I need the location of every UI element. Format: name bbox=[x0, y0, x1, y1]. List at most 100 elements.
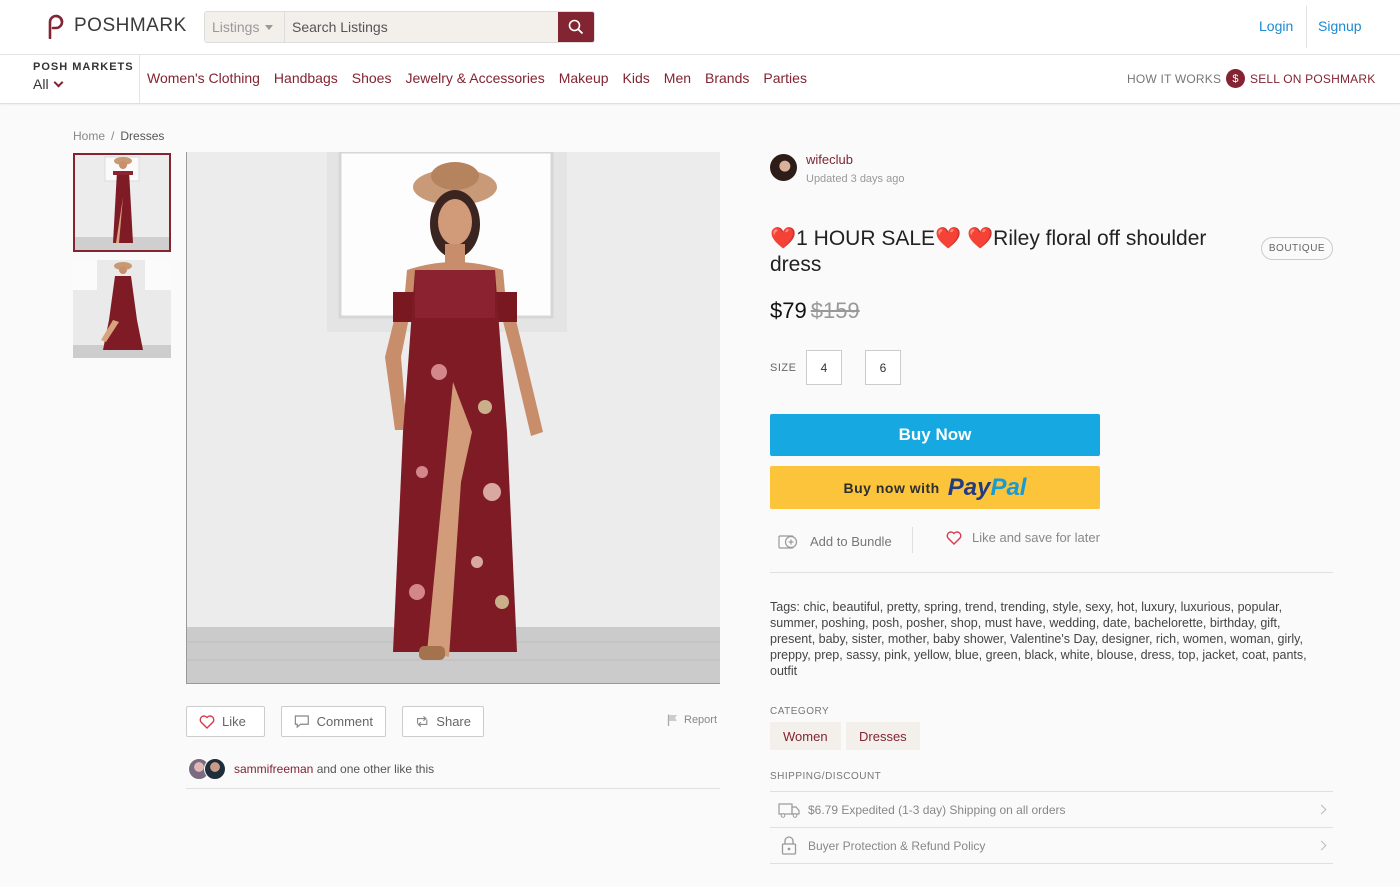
breadcrumb: Home / Dresses bbox=[73, 129, 164, 143]
current-price: $79 bbox=[770, 298, 807, 323]
buy-now-button[interactable]: Buy Now bbox=[770, 414, 1100, 456]
share-icon bbox=[416, 716, 428, 727]
nav-kids[interactable]: Kids bbox=[623, 70, 650, 86]
seller-info: wifeclub Updated 3 days ago bbox=[770, 152, 904, 185]
shipping-text: $6.79 Expedited (1-3 day) Shipping on al… bbox=[808, 802, 1066, 817]
nav-handbags[interactable]: Handbags bbox=[274, 70, 338, 86]
header-divider bbox=[1306, 6, 1307, 48]
seller-username[interactable]: wifeclub bbox=[806, 152, 904, 167]
dollar-icon: $ bbox=[1226, 69, 1245, 88]
breadcrumb-separator: / bbox=[111, 129, 115, 143]
tags-label: Tags: bbox=[770, 600, 800, 614]
buyer-protection-row[interactable]: Buyer Protection & Refund Policy bbox=[770, 827, 1333, 863]
size-label: SIZE bbox=[770, 362, 797, 374]
paypal-logo-pay: Pay bbox=[947, 473, 991, 501]
dress-photo-thumbnail bbox=[75, 155, 169, 250]
category-chip-women[interactable]: Women bbox=[770, 722, 841, 750]
divider bbox=[770, 572, 1333, 573]
boutique-badge: BOUTIQUE bbox=[1261, 237, 1333, 260]
share-button[interactable]: Share bbox=[402, 706, 484, 737]
like-save-label: Like and save for later bbox=[972, 530, 1100, 545]
category-chip-dresses[interactable]: Dresses bbox=[846, 722, 920, 750]
paypal-prefix: Buy now with bbox=[843, 479, 940, 496]
nav-men[interactable]: Men bbox=[664, 70, 691, 86]
bundle-icon bbox=[778, 535, 798, 549]
add-to-bundle-button[interactable]: Add to Bundle bbox=[778, 532, 892, 550]
dress-photo-thumbnail bbox=[73, 260, 171, 358]
category-links: Women's Clothing Handbags Shoes Jewelry … bbox=[147, 70, 807, 86]
paypal-logo-pal: Pal bbox=[990, 473, 1027, 501]
tags-text: chic, beautiful, pretty, spring, trend, … bbox=[770, 600, 1307, 678]
posh-markets-selector[interactable]: POSH MARKETS All bbox=[0, 55, 140, 103]
caret-down-icon bbox=[265, 24, 274, 30]
tags-description: Tags: chic, beautiful, pretty, spring, t… bbox=[770, 599, 1315, 679]
comment-button[interactable]: Comment bbox=[281, 706, 386, 737]
original-price: $159 bbox=[810, 298, 860, 323]
main-product-image[interactable] bbox=[186, 152, 720, 684]
login-link[interactable]: Login bbox=[1259, 18, 1293, 34]
lock-icon bbox=[781, 836, 797, 855]
chevron-right-icon bbox=[1316, 804, 1327, 815]
nav-jewelry-accessories[interactable]: Jewelry & Accessories bbox=[405, 70, 544, 86]
logo-wordmark: POSHMARK bbox=[74, 15, 187, 36]
divider bbox=[186, 788, 720, 789]
shipping-label: SHIPPING/DISCOUNT bbox=[770, 771, 882, 782]
search-icon bbox=[568, 19, 584, 35]
chevron-right-icon bbox=[1316, 840, 1327, 851]
listing-updated-time: Updated 3 days ago bbox=[806, 173, 905, 185]
nav-makeup[interactable]: Makeup bbox=[559, 70, 609, 86]
truck-icon bbox=[778, 802, 800, 818]
flag-icon bbox=[667, 714, 677, 726]
how-it-works-link[interactable]: HOW IT WORKS bbox=[1127, 72, 1221, 86]
sell-label: SELL ON POSHMARK bbox=[1250, 71, 1376, 86]
heart-icon bbox=[946, 530, 962, 545]
poshmark-logo[interactable]: POSHMARK bbox=[44, 13, 187, 39]
listing-title: ❤️1 HOUR SALE❤️ ❤️Riley floral off shoul… bbox=[770, 227, 1207, 276]
paypal-logo: PayPal bbox=[948, 474, 1027, 502]
breadcrumb-home[interactable]: Home bbox=[73, 129, 105, 143]
shipping-row[interactable]: $6.79 Expedited (1-3 day) Shipping on al… bbox=[770, 791, 1333, 827]
search-bar: Listings bbox=[204, 11, 595, 43]
nav-shoes[interactable]: Shoes bbox=[352, 70, 392, 86]
price: $79 $159 bbox=[770, 298, 860, 324]
thumbnail-2[interactable] bbox=[73, 260, 171, 358]
posh-markets-value: All bbox=[33, 76, 49, 92]
comment-icon bbox=[294, 715, 309, 729]
sell-on-poshmark-link[interactable]: $ SELL ON POSHMARK bbox=[1226, 69, 1375, 88]
heart-icon bbox=[199, 714, 215, 729]
category-nav: POSH MARKETS All Women's Clothing Handba… bbox=[0, 55, 1400, 104]
report-link[interactable]: Report bbox=[667, 714, 717, 726]
like-label: Like bbox=[222, 714, 246, 729]
like-button[interactable]: Like bbox=[186, 706, 265, 737]
size-option[interactable]: 6 bbox=[865, 350, 901, 385]
breadcrumb-current[interactable]: Dresses bbox=[120, 129, 164, 143]
like-save-button[interactable]: Like and save for later bbox=[946, 530, 1100, 545]
divider bbox=[912, 527, 913, 553]
avatar[interactable] bbox=[204, 758, 226, 780]
paypal-button[interactable]: Buy now with PayPal bbox=[770, 466, 1100, 509]
likes-summary: sammifreeman and one other like this bbox=[188, 758, 434, 780]
poshmark-logo-icon bbox=[48, 14, 64, 39]
buyer-protection-text: Buyer Protection & Refund Policy bbox=[808, 838, 986, 853]
top-header: POSHMARK Listings Login Signup bbox=[0, 0, 1400, 55]
seller-avatar[interactable] bbox=[770, 154, 797, 181]
posh-markets-label: POSH MARKETS bbox=[33, 61, 134, 73]
divider bbox=[770, 863, 1333, 864]
size-option[interactable]: 4 bbox=[806, 350, 842, 385]
signup-link[interactable]: Signup bbox=[1318, 18, 1362, 34]
liker-username[interactable]: sammifreeman bbox=[234, 762, 313, 776]
report-label: Report bbox=[684, 714, 718, 726]
category-label: CATEGORY bbox=[770, 706, 830, 717]
search-button[interactable] bbox=[558, 12, 594, 42]
search-category-value: Listings bbox=[212, 19, 260, 35]
search-input[interactable] bbox=[285, 12, 558, 42]
nav-brands[interactable]: Brands bbox=[705, 70, 749, 86]
search-category-dropdown[interactable]: Listings bbox=[205, 12, 285, 42]
nav-parties[interactable]: Parties bbox=[763, 70, 807, 86]
thumbnail-1[interactable] bbox=[73, 153, 171, 252]
comment-label: Comment bbox=[316, 714, 373, 729]
share-label: Share bbox=[436, 714, 471, 729]
chevron-down-icon bbox=[53, 77, 64, 88]
nav-womens-clothing[interactable]: Women's Clothing bbox=[147, 70, 260, 86]
dress-photo bbox=[187, 152, 720, 683]
